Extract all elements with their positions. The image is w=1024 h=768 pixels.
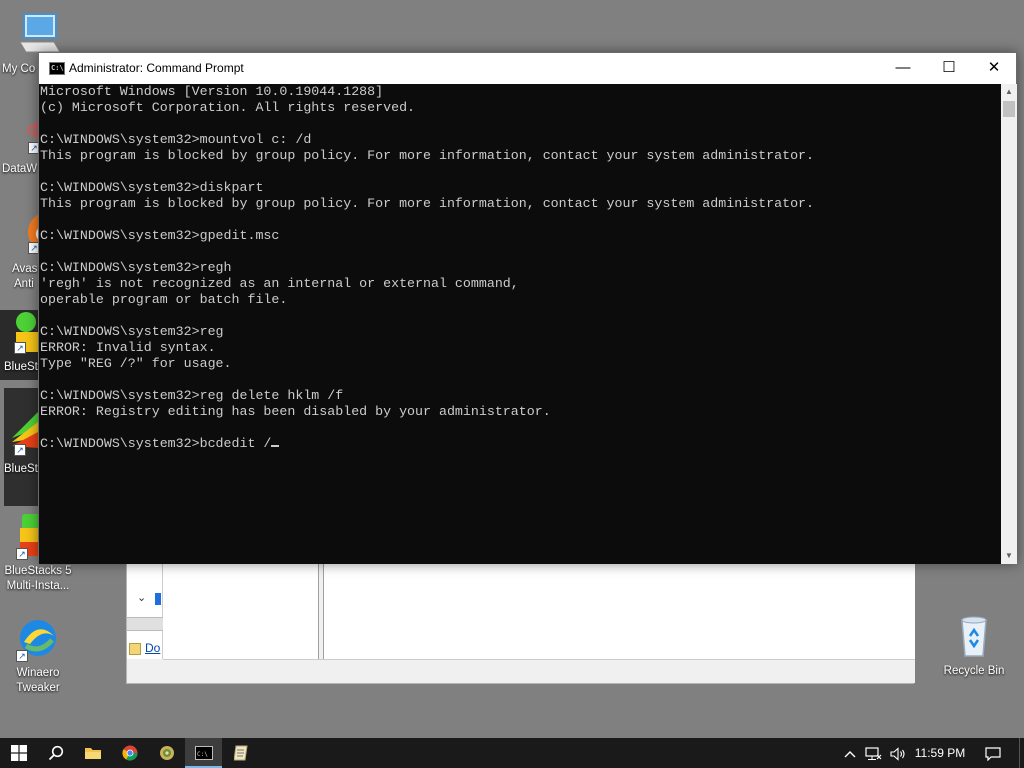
bluestacks-x-icon: ↗ bbox=[8, 408, 40, 456]
background-window-nav-pane bbox=[163, 559, 319, 659]
search-icon bbox=[48, 745, 63, 760]
close-button[interactable]: ✕ bbox=[971, 53, 1017, 84]
taskbar-notepad[interactable] bbox=[222, 738, 259, 768]
console-output: Microsoft Windows [Version 10.0.19044.12… bbox=[40, 84, 814, 452]
recycle-bin-icon bbox=[950, 612, 998, 660]
show-hidden-icons-button[interactable] bbox=[840, 738, 860, 768]
close-icon: ✕ bbox=[987, 59, 1001, 76]
maximize-button[interactable]: ☐ bbox=[926, 53, 972, 84]
winaero-tweaker-icon: ↗ bbox=[14, 614, 62, 662]
taskbar-pinned-app[interactable] bbox=[148, 738, 185, 768]
title-bar[interactable]: C:\ Administrator: Command Prompt — ☐ ✕ bbox=[39, 53, 1016, 84]
minimize-button[interactable]: — bbox=[880, 53, 926, 84]
scroll-down-arrow-icon[interactable]: ▼ bbox=[1001, 548, 1017, 564]
network-icon bbox=[865, 747, 882, 760]
computer-icon bbox=[14, 10, 62, 58]
desktop-icon-label: Multi-Insta... bbox=[6, 580, 70, 592]
background-window-main-pane bbox=[323, 559, 915, 659]
vertical-scrollbar[interactable]: ▲ ▼ bbox=[1001, 84, 1017, 564]
desktop-icon-label: Winaero bbox=[16, 667, 60, 679]
notepad-icon bbox=[232, 745, 248, 761]
shortcut-arrow-icon: ↗ bbox=[16, 650, 28, 662]
scroll-up-arrow-icon[interactable]: ▲ bbox=[1001, 84, 1017, 100]
desktop-icon-label: Recycle Bin bbox=[943, 665, 1005, 677]
start-button[interactable] bbox=[0, 738, 37, 768]
taskbar-chrome[interactable] bbox=[111, 738, 148, 768]
clock-time: 11:59 PM bbox=[914, 746, 966, 760]
console-area[interactable]: Microsoft Windows [Version 10.0.19044.12… bbox=[39, 84, 1001, 564]
shortcut-arrow-icon: ↗ bbox=[14, 342, 26, 354]
chrome-icon bbox=[121, 745, 138, 761]
desktop-icon-winaero-tweaker[interactable]: ↗ Winaero Tweaker bbox=[0, 614, 76, 696]
background-explorer-window[interactable]: ⌄ Do bbox=[126, 558, 915, 684]
desktop-icon-label: BlueStacks 5 bbox=[4, 565, 72, 577]
desktop-icon-recycle-bin[interactable]: Recycle Bin bbox=[936, 612, 1012, 679]
network-button[interactable] bbox=[862, 738, 886, 768]
window-title: Administrator: Command Prompt bbox=[69, 61, 244, 75]
clock[interactable]: 11:59 PM bbox=[912, 738, 968, 768]
pinned-app-icon bbox=[159, 745, 174, 760]
document-link[interactable]: Do bbox=[129, 641, 160, 655]
scrollbar-thumb[interactable] bbox=[1003, 101, 1015, 117]
svg-text:C:\: C:\ bbox=[197, 751, 208, 758]
desktop-icon-label: Tweaker bbox=[16, 682, 60, 694]
show-desktop-button[interactable] bbox=[1019, 738, 1024, 768]
chevron-down-icon[interactable]: ⌄ bbox=[137, 591, 146, 604]
bluestacks-icon: ↗ bbox=[6, 310, 40, 358]
maximize-icon: ☐ bbox=[942, 59, 956, 76]
selection-marker bbox=[155, 593, 161, 605]
desktop-icon-bluestacks-x[interactable]: ↗ bbox=[4, 388, 40, 506]
document-link-label: Do bbox=[145, 641, 161, 655]
chevron-up-icon bbox=[844, 750, 856, 758]
taskbar: C:\ 11:59 PM bbox=[0, 738, 1024, 768]
volume-icon bbox=[890, 747, 905, 761]
text-cursor bbox=[271, 445, 280, 447]
start-icon bbox=[10, 744, 27, 761]
shortcut-arrow-icon: ↗ bbox=[14, 444, 26, 456]
taskbar-file-explorer[interactable] bbox=[74, 738, 111, 768]
horizontal-scrollbar[interactable] bbox=[127, 617, 163, 631]
shortcut-arrow-icon: ↗ bbox=[16, 548, 28, 560]
document-icon bbox=[129, 642, 141, 655]
console-text: Microsoft Windows [Version 10.0.19044.12… bbox=[40, 84, 815, 451]
minimize-icon: — bbox=[895, 59, 911, 76]
action-center-button[interactable] bbox=[978, 738, 1008, 768]
search-button[interactable] bbox=[37, 738, 74, 768]
notification-icon bbox=[985, 747, 1001, 762]
taskbar-command-prompt[interactable]: C:\ bbox=[185, 738, 222, 768]
command-prompt-icon: C:\ bbox=[194, 745, 213, 760]
command-prompt-icon[interactable]: C:\ bbox=[49, 62, 65, 75]
background-window-status-bar bbox=[163, 659, 915, 683]
file-explorer-icon bbox=[84, 747, 101, 759]
volume-button[interactable] bbox=[886, 738, 910, 768]
command-prompt-window[interactable]: C:\ Administrator: Command Prompt — ☐ ✕ … bbox=[38, 52, 1017, 564]
